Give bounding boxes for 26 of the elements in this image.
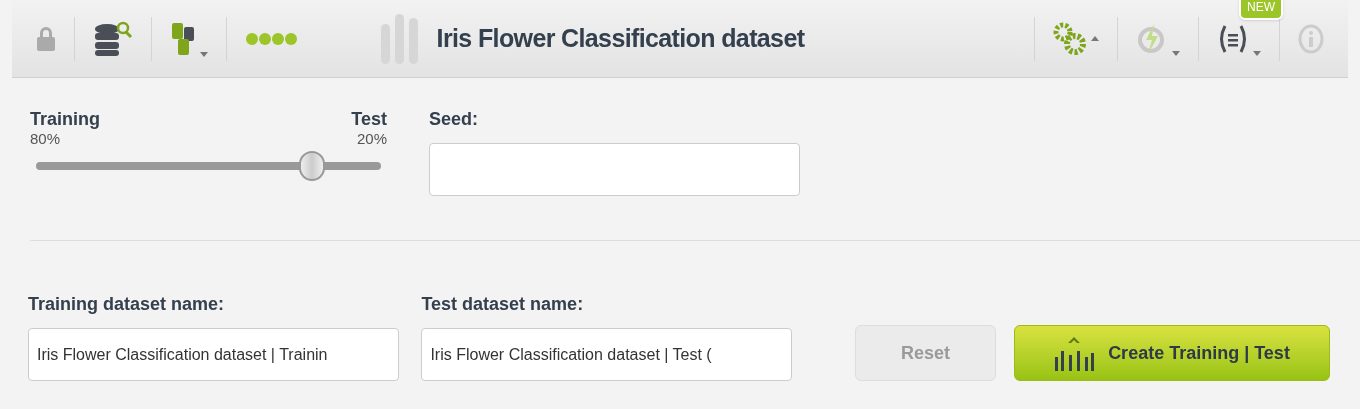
test-label: Test bbox=[351, 108, 387, 130]
split-slider[interactable] bbox=[36, 151, 381, 181]
new-badge: NEW bbox=[1239, 0, 1283, 20]
caret-icon bbox=[200, 51, 208, 57]
create-button[interactable]: Create Training | Test bbox=[1014, 325, 1330, 381]
bars-icon bbox=[378, 11, 421, 66]
test-percent: 20% bbox=[356, 130, 387, 148]
training-percent: 80% bbox=[30, 130, 61, 148]
seed-label: Seed: bbox=[429, 108, 480, 130]
test-name-field[interactable]: Iris Flower Classification dataset | Test ( bbox=[421, 328, 793, 381]
database-search-icon[interactable] bbox=[93, 20, 133, 57]
blocks-icon[interactable] bbox=[170, 20, 196, 57]
caret-icon bbox=[1172, 50, 1180, 56]
caret-icon bbox=[1091, 36, 1099, 41]
lock-icon[interactable] bbox=[36, 24, 56, 53]
dots-icon bbox=[245, 31, 299, 46]
training-label: Training bbox=[30, 108, 100, 130]
dataset-title: Iris Flower Classification dataset bbox=[436, 22, 805, 54]
slider-thumb[interactable] bbox=[299, 151, 325, 181]
seed-field[interactable] bbox=[429, 143, 800, 196]
training-name-field[interactable]: Iris Flower Classification dataset | Trainin bbox=[28, 328, 399, 381]
caret-icon bbox=[1253, 50, 1261, 56]
training-name-label: Training dataset name: bbox=[28, 293, 226, 316]
test-name-label: Test dataset name: bbox=[421, 293, 585, 316]
gears-icon[interactable] bbox=[1053, 21, 1087, 56]
info-icon[interactable] bbox=[1298, 23, 1324, 54]
